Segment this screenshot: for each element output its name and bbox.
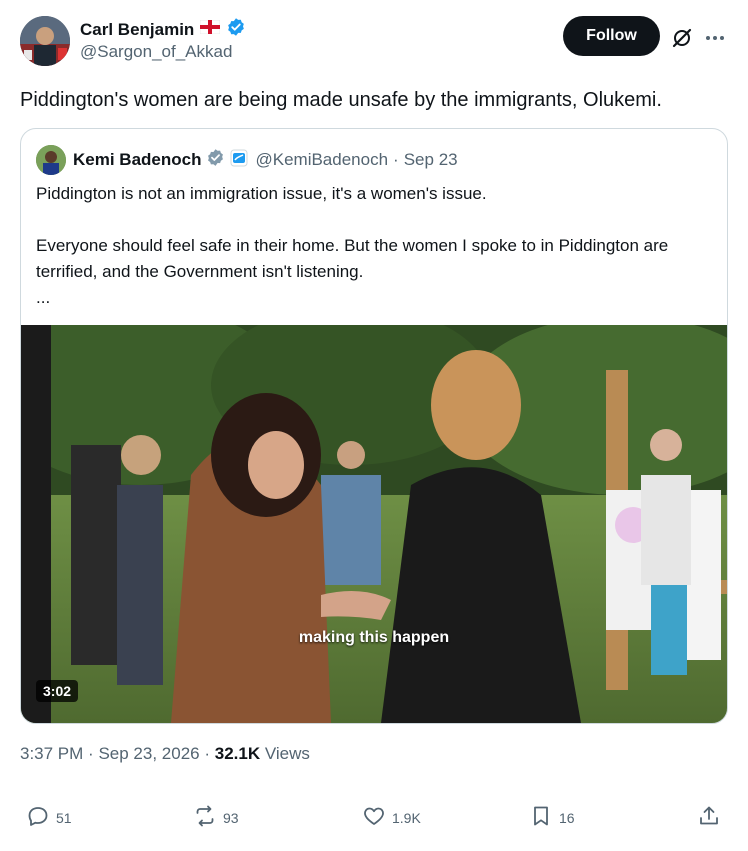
repost-count: 93: [223, 809, 239, 826]
views-count: 32.1K: [214, 744, 261, 763]
author-name[interactable]: Carl Benjamin: [80, 20, 194, 40]
verified-gray-badge-icon: [206, 148, 225, 172]
meta-separator: ·: [204, 744, 211, 763]
post-date[interactable]: Sep 23, 2026: [98, 744, 199, 763]
like-count: 1.9K: [392, 809, 421, 826]
bookmark-count: 16: [559, 809, 575, 826]
video-caption: making this happen: [298, 629, 450, 646]
quoted-line-2: Everyone should feel safe in their home.…: [36, 236, 669, 281]
england-flag-icon: [200, 19, 221, 39]
meta-separator: ·: [88, 744, 94, 763]
quoted-author-name[interactable]: Kemi Badenoch: [73, 150, 201, 170]
author-handle[interactable]: @Sargon_of_Akkad: [80, 42, 232, 62]
tweet-meta: 3:37 PM · Sep 23, 2026 · 32.1K Views: [20, 744, 310, 764]
reply-button[interactable]: 51: [26, 804, 72, 831]
quoted-author-avatar[interactable]: [36, 145, 66, 175]
repost-icon: [193, 804, 217, 831]
separator: ·: [393, 150, 399, 169]
share-button[interactable]: [697, 804, 721, 831]
quoted-author-handle[interactable]: @KemiBadenoch: [255, 150, 388, 170]
affiliation-badge-icon: [230, 149, 248, 172]
follow-button[interactable]: Follow: [563, 16, 660, 56]
share-icon: [697, 804, 721, 831]
quoted-tweet[interactable]: Kemi Badenoch @KemiBadenoch · Sep 23 Pid…: [20, 128, 728, 724]
show-more-ellipsis[interactable]: ...: [36, 285, 712, 311]
quoted-line-1: Piddington is not an immigration issue, …: [36, 184, 487, 203]
video-frame: [21, 325, 727, 723]
heart-icon: [362, 804, 386, 831]
bookmark-icon: [529, 804, 553, 831]
reply-icon: [26, 804, 50, 831]
verified-badge-icon: [226, 17, 246, 42]
more-icon[interactable]: [703, 26, 727, 50]
repost-button[interactable]: 93: [193, 804, 239, 831]
post-time[interactable]: 3:37 PM: [20, 744, 83, 763]
tweet-text: Piddington's women are being made unsafe…: [20, 89, 662, 111]
tweet-header: Carl Benjamin @Sargon_of_Akkad Follow: [0, 0, 748, 80]
quoted-date[interactable]: Sep 23: [404, 150, 458, 170]
action-bar: 51 93 1.9K 16: [0, 804, 748, 834]
video-player[interactable]: making this happen 3:02: [21, 325, 727, 723]
author-avatar[interactable]: [20, 16, 70, 66]
grok-icon[interactable]: [670, 26, 694, 50]
quoted-text: Piddington is not an immigration issue, …: [36, 181, 712, 311]
bookmark-button[interactable]: 16: [529, 804, 575, 831]
views-label: Views: [264, 744, 310, 763]
video-duration: 3:02: [36, 680, 79, 702]
reply-count: 51: [56, 809, 72, 826]
like-button[interactable]: 1.9K: [362, 804, 421, 831]
